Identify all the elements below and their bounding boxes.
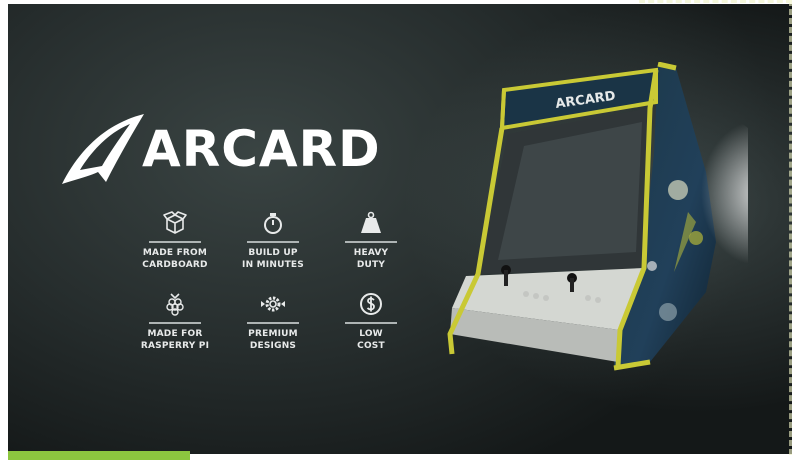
accent-bar xyxy=(8,451,190,460)
feature-cardboard: MADE FROM CARDBOARD xyxy=(126,210,224,271)
brand-name: ARCARD xyxy=(142,120,381,178)
feature-divider xyxy=(345,322,397,324)
feature-heavy-duty: HEAVY DUTY xyxy=(322,210,420,271)
feature-divider xyxy=(345,241,397,243)
feature-label: BUILD UP IN MINUTES xyxy=(242,248,304,270)
decorative-dashed-frame xyxy=(639,0,792,455)
feature-premium-designs: PREMIUM DESIGNS xyxy=(224,291,322,352)
feature-divider xyxy=(149,322,201,324)
feature-label: PREMIUM DESIGNS xyxy=(248,329,298,351)
stopwatch-icon xyxy=(264,213,282,234)
feature-label: MADE FROM CARDBOARD xyxy=(142,248,208,270)
feature-build-time: BUILD UP IN MINUTES xyxy=(224,210,322,271)
feature-label: HEAVY DUTY xyxy=(353,248,389,270)
weight-icon xyxy=(361,211,381,233)
dollar-icon xyxy=(360,293,382,315)
raspberry-icon xyxy=(166,293,184,316)
feature-divider xyxy=(247,322,299,324)
gear-icon xyxy=(261,296,285,312)
feature-divider xyxy=(149,241,201,243)
rocket-logo-icon xyxy=(62,114,144,184)
arcard-logo: ARCARD xyxy=(60,112,381,186)
feature-divider xyxy=(247,241,299,243)
feature-low-cost: LOW COST xyxy=(322,291,420,352)
feature-label: LOW COST xyxy=(357,329,385,351)
feature-grid: MADE FROM CARDBOARD BUILD UP IN MINUTES … xyxy=(126,210,416,352)
feature-label: MADE FOR RASPERRY PI xyxy=(140,329,210,351)
feature-raspberry-pi: MADE FOR RASPERRY PI xyxy=(126,291,224,352)
box-icon xyxy=(163,211,187,234)
